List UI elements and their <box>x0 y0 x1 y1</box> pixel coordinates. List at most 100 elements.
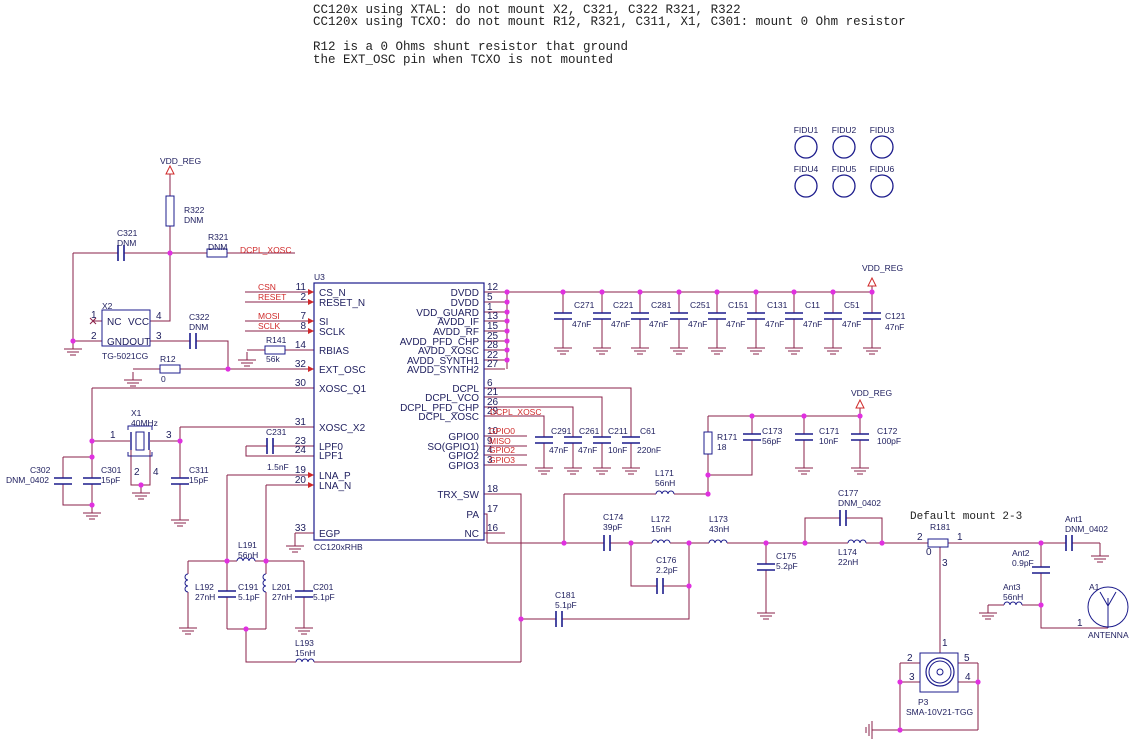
net-label-gpio0: GPIO0 <box>489 426 515 436</box>
u3-pin-name: DCPL_XOSC <box>418 412 479 423</box>
junction-dot <box>504 289 510 295</box>
capacitor-symbol <box>795 433 813 441</box>
a1-label: ANTENNA <box>1088 630 1129 640</box>
c271-ref: C271 <box>574 300 595 310</box>
fiducial-label: FIDU4 <box>794 164 819 174</box>
ground-icon <box>286 538 304 553</box>
capacitor-symbol <box>564 436 582 444</box>
u3-pin-name: RESET_N <box>319 298 365 309</box>
c261-value: 47nF <box>578 445 597 455</box>
gap <box>754 313 758 319</box>
ground-icon <box>631 340 649 355</box>
r141-value: 56k <box>266 354 280 364</box>
ground-icon <box>979 605 997 620</box>
l172-ref: L172 <box>651 514 670 524</box>
cc120x-rf-schematic: CC120x using XTAL: do not mount X2, C321… <box>6 3 1129 739</box>
junction-dot <box>70 338 76 344</box>
capacitor-symbol <box>708 312 726 320</box>
fiducial-icon <box>832 174 856 198</box>
ant2-value: 0.9pF <box>1012 558 1034 568</box>
junction-dot <box>830 289 836 295</box>
label: 1 <box>91 310 97 321</box>
l171-ref: L171 <box>655 468 674 478</box>
net-label-vdd-reg: VDD_REG <box>851 388 892 398</box>
junction-dot <box>504 347 510 353</box>
ground-icon <box>757 605 775 620</box>
label: VCC <box>128 317 149 328</box>
junction-dot <box>763 540 769 546</box>
net-label-sclk: SCLK <box>258 321 281 331</box>
l193-value: 15nH <box>295 648 315 658</box>
inductor-symbol <box>708 539 728 544</box>
u3-pin-name: SCLK <box>319 327 345 338</box>
gap <box>652 542 670 544</box>
junction-dot <box>705 472 711 478</box>
labels: CC120x using XTAL: do not mount X2, C321… <box>6 3 1129 717</box>
inductor-symbol <box>1003 601 1023 606</box>
r321-value: DNM <box>208 242 227 252</box>
capacitor-symbol <box>189 333 197 349</box>
capacitor-symbol <box>54 477 72 485</box>
u3-pin-number: 31 <box>295 417 307 428</box>
power-arrow-icon <box>165 164 175 175</box>
ground-icon <box>622 460 640 475</box>
u3-ref: U3 <box>314 272 325 282</box>
junction-dot <box>599 289 605 295</box>
c171-ref: C171 <box>819 426 840 436</box>
u3-pin-number: 20 <box>295 475 307 486</box>
gap <box>118 251 124 255</box>
l174-value: 22nH <box>838 557 858 567</box>
c321-value: DNM <box>117 238 136 248</box>
label: 2 <box>917 532 923 543</box>
junction-dot <box>561 540 567 546</box>
r12-value: 0 <box>161 374 166 384</box>
u3-pin-name: LPF1 <box>319 451 343 462</box>
u3-pin-name: AVDD_SYNTH2 <box>407 365 479 376</box>
label: GNDOUT <box>107 337 150 348</box>
schematic-canvas: CC120x using XTAL: do not mount X2, C321… <box>0 0 1140 750</box>
l192-ref: L192 <box>195 582 214 592</box>
c11-value: 47nF <box>803 319 822 329</box>
ant2-ref: Ant2 <box>1012 548 1030 558</box>
c251-value: 47nF <box>688 319 707 329</box>
u3-pin-number: 2 <box>300 292 306 303</box>
l191-value: 56nH <box>238 550 258 560</box>
label: 3 <box>166 430 172 441</box>
junction-dot <box>263 558 269 564</box>
capacitor-symbol <box>656 578 664 594</box>
c261-ref: C261 <box>579 426 600 436</box>
net-label-dcpl-xosc: DCPL_XOSC <box>490 407 542 417</box>
inductor-symbol <box>651 539 671 544</box>
ground-icon <box>670 340 688 355</box>
junction-dot <box>1038 540 1044 546</box>
input-arrow-icon <box>308 318 314 324</box>
r171-value: 18 <box>717 442 727 452</box>
u3-pin-number: 18 <box>487 484 499 495</box>
label: 40MHz <box>131 418 158 428</box>
c322-ref: C322 <box>189 312 210 322</box>
c281-value: 47nF <box>649 319 668 329</box>
gap <box>677 313 681 319</box>
u3-pin-number: 24 <box>295 445 307 456</box>
c231-value: 1.5nF <box>267 462 289 472</box>
junction-dot <box>686 540 692 546</box>
wire <box>245 629 521 663</box>
gap <box>571 437 575 443</box>
fiducial-icon <box>870 174 894 198</box>
r321-ref: R321 <box>208 232 229 242</box>
ground-icon <box>295 620 313 635</box>
c11-ref: C11 <box>805 300 820 310</box>
l171-value: 56nH <box>655 478 675 488</box>
capacitor-symbol <box>622 436 640 444</box>
gap <box>709 542 727 544</box>
gap <box>638 313 642 319</box>
c121-ref: C121 <box>885 311 906 321</box>
p3-ref: P3 <box>918 697 929 707</box>
ground-icon <box>535 460 553 475</box>
r141-ref: R141 <box>266 335 287 345</box>
ground-icon <box>1091 548 1109 563</box>
junction-dot <box>504 357 510 363</box>
gap <box>858 434 862 440</box>
capacitor-symbol <box>603 535 611 551</box>
c302-ref: C302 <box>30 465 51 475</box>
